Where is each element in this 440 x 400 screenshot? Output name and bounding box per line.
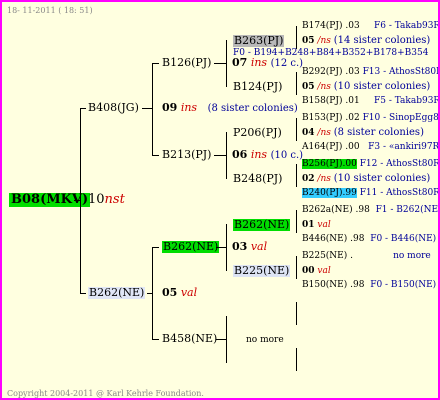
h6-count: 00 bbox=[302, 266, 315, 276]
h3-note: (8 sister colonies) bbox=[333, 127, 424, 138]
h1-bracket bbox=[296, 26, 297, 49]
leaf-row: B153(PJ) .02 F10 - SinopEgg86R bbox=[302, 113, 439, 123]
h2-ins: /ns bbox=[317, 82, 331, 92]
h1-ins: /ns bbox=[317, 36, 331, 46]
sire-connector bbox=[142, 108, 153, 109]
g2-queen[interactable]: B213(PJ) bbox=[162, 149, 211, 161]
h3-count: 04 bbox=[302, 128, 315, 138]
leaf-row: A164(PJ) .00 F3 - «ankiri97R bbox=[302, 142, 440, 152]
h6-info: 00 val bbox=[302, 265, 331, 277]
sire-note: (8 sister colonies) bbox=[207, 103, 298, 114]
h6-bracket bbox=[296, 256, 297, 279]
h5-queen[interactable]: B262(NE) bbox=[233, 219, 291, 231]
dam-count: 05 bbox=[162, 286, 178, 299]
g3-info: 03 val bbox=[232, 241, 267, 253]
h1-count: 05 bbox=[302, 36, 315, 46]
h4-count: 02 bbox=[302, 174, 315, 184]
h4-note: (10 sister colonies) bbox=[333, 173, 431, 184]
sire-queen[interactable]: B408(JG) bbox=[88, 102, 139, 114]
g2-ins: ins bbox=[250, 148, 268, 161]
h2-info: 05 /ns (10 sister colonies) bbox=[302, 81, 430, 93]
g2-note: (10 c.) bbox=[270, 150, 304, 161]
g2-connector bbox=[214, 155, 227, 156]
dam-tick-bottom bbox=[152, 339, 159, 340]
g4-connector bbox=[216, 339, 227, 340]
root-count: 10 bbox=[88, 192, 105, 207]
g3-count: 03 bbox=[232, 240, 248, 253]
sire-tick-bottom bbox=[152, 155, 159, 156]
h7-bracket bbox=[296, 302, 297, 325]
g2-info: 06 ins (10 c.) bbox=[232, 149, 303, 162]
dam-connector bbox=[147, 293, 153, 294]
sire-count: 09 bbox=[162, 101, 178, 114]
h3-bracket bbox=[296, 118, 297, 141]
h4-info: 02 /ns (10 sister colonies) bbox=[302, 173, 430, 185]
root-bracket bbox=[80, 108, 81, 294]
dam-queen[interactable]: B262(NE) bbox=[88, 287, 146, 299]
g4-queen[interactable]: B458(NE) bbox=[162, 333, 217, 345]
h1-queen[interactable]: B263(PJ) bbox=[233, 35, 285, 47]
dam-tick-top bbox=[152, 247, 159, 248]
h8-bracket bbox=[296, 348, 297, 371]
g4-nomore: no more bbox=[246, 335, 284, 345]
h4-bracket bbox=[296, 164, 297, 187]
leaf-row: B262a(NE) .98 F1 - B262(NE) bbox=[302, 205, 440, 215]
sire-bracket bbox=[152, 63, 153, 156]
leaf-row: B256(PJ).00 F12 - AthosSt80R bbox=[302, 159, 440, 169]
h2-note: (10 sister colonies) bbox=[333, 81, 431, 92]
g2-count: 06 bbox=[232, 148, 248, 161]
h5-info: 01 val bbox=[302, 219, 331, 231]
leaf-row: B225(NE) . no more bbox=[302, 251, 431, 261]
leaf-row: B174(PJ) .03 F6 - Takab93R bbox=[302, 21, 440, 31]
leaf-row: B240(PJ).99 F11 - AthosSt80R bbox=[302, 188, 440, 198]
dam-val: val bbox=[180, 286, 198, 299]
root-connector bbox=[74, 200, 81, 201]
h3-ins: /ns bbox=[317, 128, 331, 138]
g3-queen[interactable]: B262(NE) bbox=[162, 241, 220, 253]
h5-val: val bbox=[317, 220, 331, 230]
copyright: Copyright 2004-2011 @ Karl Kehrle Founda… bbox=[7, 389, 204, 398]
sire-ins: ins bbox=[180, 101, 198, 114]
leaf-row: B292(PJ) .03 F13 - AthosSt80R bbox=[302, 67, 440, 77]
h6-val: val bbox=[317, 266, 331, 276]
leaf-row: B150(NE) .98 F0 - B150(NE) bbox=[302, 280, 437, 290]
root-note: nst bbox=[104, 192, 125, 207]
g1-connector bbox=[214, 63, 227, 64]
sire-tick-top bbox=[152, 63, 159, 64]
h4-ins: /ns bbox=[317, 174, 331, 184]
h3-queen[interactable]: P206(PJ) bbox=[233, 127, 282, 139]
h5-count: 01 bbox=[302, 220, 315, 230]
leaf-row: B446(NE) .98 F0 - B446(NE) bbox=[302, 234, 437, 244]
h2-bracket bbox=[296, 72, 297, 95]
root-top-tick bbox=[80, 108, 86, 109]
g1-queen[interactable]: B126(PJ) bbox=[162, 57, 211, 69]
h1-line: F0 - B194+B248+B84+B352+B178+B354 bbox=[233, 48, 429, 58]
h5-bracket bbox=[296, 210, 297, 233]
g3-val: val bbox=[250, 240, 268, 253]
leaf-row: B158(PJ) .01 F5 - Takab93R bbox=[302, 96, 440, 106]
root-bottom-tick bbox=[80, 293, 86, 294]
pedigree-frame: 18- 11-2011 ( 18: 51) Copyright 2004-201… bbox=[0, 0, 440, 400]
root-info: 10nst bbox=[88, 192, 125, 207]
h6-queen[interactable]: B225(NE) bbox=[233, 265, 291, 277]
h2-count: 05 bbox=[302, 82, 315, 92]
sire-info: 09 ins (8 sister colonies) bbox=[162, 102, 298, 115]
h1-note: (14 sister colonies) bbox=[333, 35, 431, 46]
h4-queen[interactable]: B248(PJ) bbox=[233, 173, 282, 185]
h2-queen[interactable]: B124(PJ) bbox=[233, 81, 282, 93]
h3-info: 04 /ns (8 sister colonies) bbox=[302, 127, 424, 139]
h1-info: 05 /ns (14 sister colonies) bbox=[302, 35, 430, 47]
dam-info: 05 val bbox=[162, 287, 197, 299]
g3-connector bbox=[216, 247, 227, 248]
date-stamp: 18- 11-2011 ( 18: 51) bbox=[7, 6, 93, 15]
g1-note: (12 c.) bbox=[270, 58, 304, 69]
